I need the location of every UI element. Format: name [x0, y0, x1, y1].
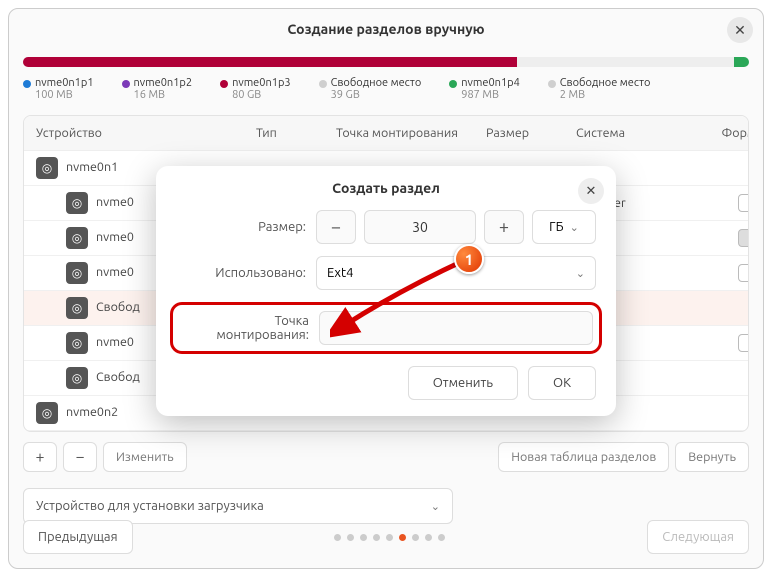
- step-dots: [334, 534, 445, 541]
- col-size: Размер: [486, 126, 576, 140]
- bar-seg-nvme0n1p3: [23, 57, 517, 67]
- usage-bar: [23, 57, 749, 67]
- col-format: Форм: [696, 126, 749, 140]
- col-device: Устройство: [36, 126, 256, 140]
- dot-icon: [122, 80, 130, 88]
- format-checkbox[interactable]: [738, 334, 749, 352]
- unit-select[interactable]: ГБ⌄: [532, 210, 596, 244]
- bar-seg-nvme0n1p4: [734, 57, 749, 67]
- disk-icon: ◎: [36, 402, 58, 424]
- legend-item: Свободное место39 GB: [319, 77, 422, 101]
- table-header: Устройство Тип Точка монтирования Размер…: [24, 116, 748, 151]
- legend-item: nvme0n1p216 MB: [122, 77, 193, 101]
- change-button[interactable]: Изменить: [103, 442, 187, 472]
- disk-icon: ◎: [66, 227, 88, 249]
- chevron-down-icon: ⌄: [576, 267, 585, 280]
- legend: nvme0n1p1100 MB nvme0n1p216 MB nvme0n1p3…: [23, 77, 749, 101]
- partition-bar-area: nvme0n1p1100 MB nvme0n1p216 MB nvme0n1p3…: [9, 49, 763, 101]
- dot-icon: [319, 80, 327, 88]
- size-increase-button[interactable]: +: [484, 210, 524, 244]
- ok-button[interactable]: ОК: [528, 366, 596, 400]
- revert-button[interactable]: Вернуть: [675, 442, 749, 472]
- annotation-badge: 1: [454, 244, 484, 274]
- col-system: Система: [576, 126, 696, 140]
- disk-icon: ◎: [66, 367, 88, 389]
- chevron-down-icon: ⌄: [431, 500, 440, 513]
- cancel-button[interactable]: Отменить: [408, 366, 518, 400]
- dialog-actions: Отменить ОК: [176, 366, 596, 400]
- dot-icon: [23, 80, 31, 88]
- footer: Предыдущая Следующая: [23, 520, 749, 554]
- new-table-button[interactable]: Новая таблица разделов: [498, 442, 669, 472]
- legend-item: nvme0n1p4987 MB: [449, 77, 520, 101]
- col-mount: Точка монтирования: [336, 126, 486, 140]
- close-icon[interactable]: ✕: [578, 178, 604, 204]
- format-checkbox[interactable]: [738, 229, 749, 247]
- size-decrease-button[interactable]: −: [316, 210, 356, 244]
- format-checkbox[interactable]: [738, 264, 749, 282]
- titlebar: Создание разделов вручную ✕: [9, 9, 763, 49]
- active-dot: [399, 534, 406, 541]
- disk-icon: ◎: [36, 157, 58, 179]
- size-input[interactable]: 30: [364, 210, 476, 244]
- prev-button[interactable]: Предыдущая: [23, 520, 133, 554]
- disk-icon: ◎: [66, 192, 88, 214]
- mount-label: Точка монтирования:: [179, 314, 309, 342]
- chevron-down-icon: ⌄: [570, 221, 579, 234]
- col-type: Тип: [256, 126, 336, 140]
- legend-item: Свободное место2 MB: [548, 77, 651, 101]
- bootloader-select[interactable]: Устройство для установки загрузчика ⌄: [23, 488, 453, 524]
- used-label: Использовано:: [176, 266, 306, 280]
- remove-button[interactable]: −: [63, 442, 97, 472]
- legend-item: nvme0n1p380 GB: [220, 77, 291, 101]
- window-title: Создание разделов вручную: [287, 21, 484, 37]
- dot-icon: [220, 80, 228, 88]
- next-button[interactable]: Следующая: [647, 520, 749, 554]
- close-icon[interactable]: ✕: [727, 17, 753, 43]
- dot-icon: [449, 80, 457, 88]
- disk-icon: ◎: [66, 297, 88, 319]
- disk-icon: ◎: [66, 262, 88, 284]
- table-actions: + − Изменить Новая таблица разделов Верн…: [9, 432, 763, 482]
- dialog-title: Создать раздел: [176, 180, 596, 196]
- dot-icon: [548, 80, 556, 88]
- add-button[interactable]: +: [23, 442, 57, 472]
- size-row: Размер: − 30 + ГБ⌄: [176, 210, 596, 244]
- format-checkbox[interactable]: [738, 194, 749, 212]
- disk-icon: ◎: [66, 332, 88, 354]
- legend-item: nvme0n1p1100 MB: [23, 77, 94, 101]
- size-label: Размер:: [176, 220, 306, 234]
